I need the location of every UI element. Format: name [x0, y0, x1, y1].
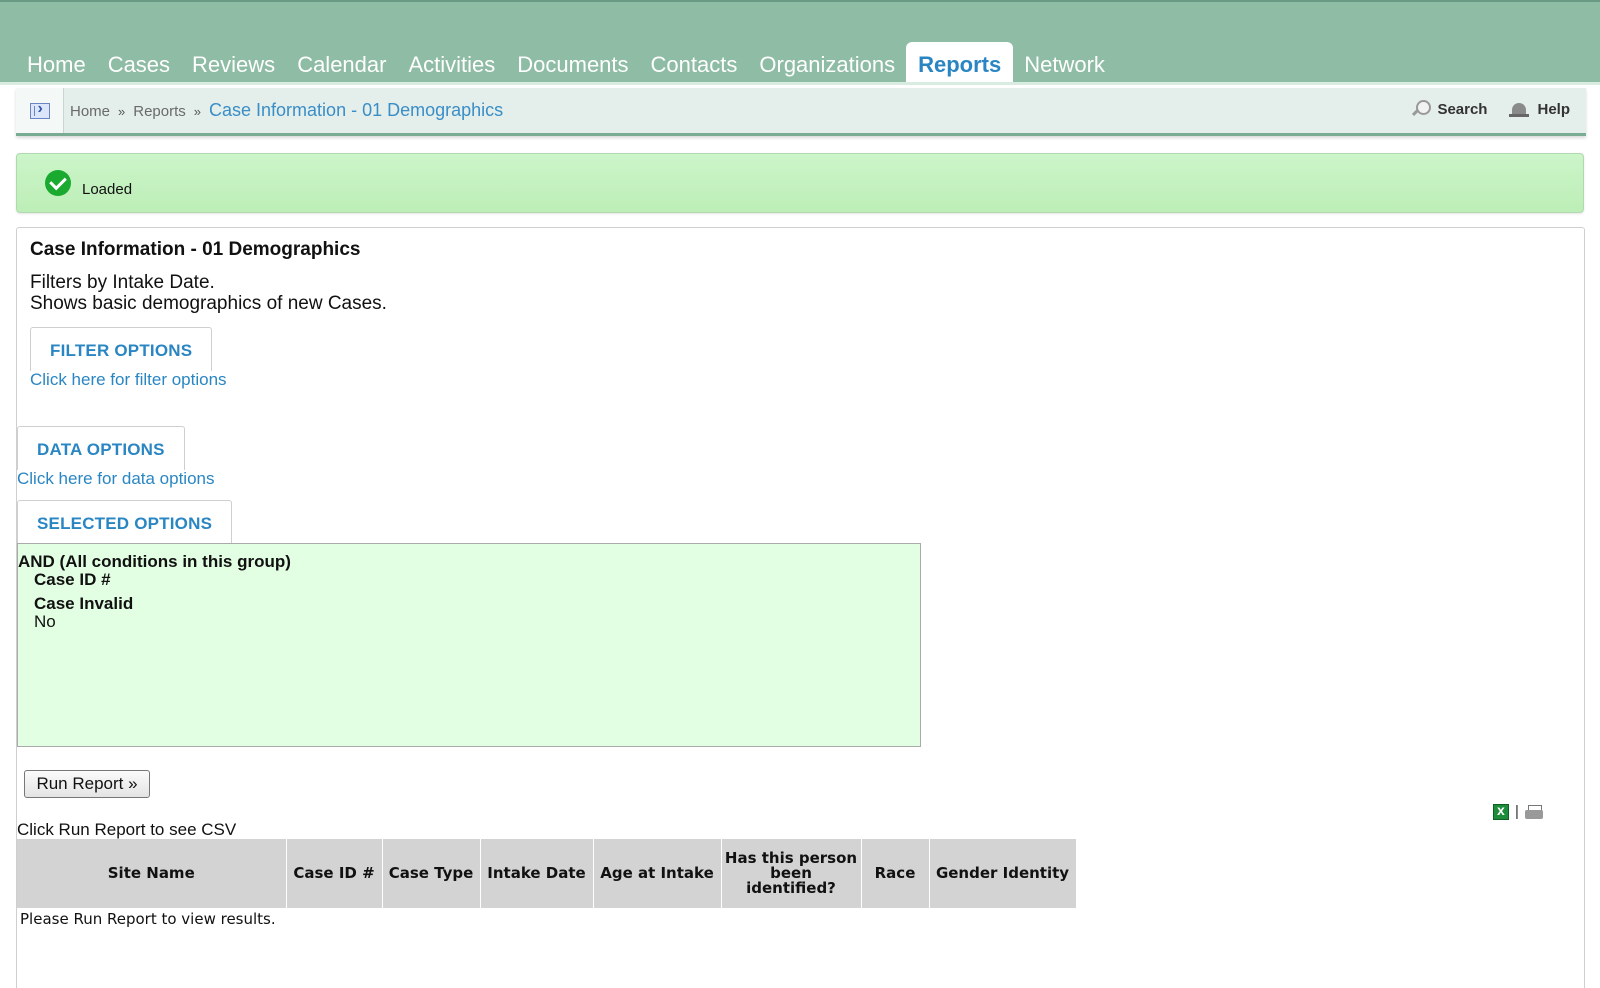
- breadcrumb-home[interactable]: Home: [70, 103, 110, 120]
- condition-name: Case Invalid: [34, 594, 134, 613]
- excel-export-icon[interactable]: [1493, 802, 1509, 820]
- selected-options-box: AND (All conditions in this group) Case …: [17, 543, 921, 747]
- data-options-link[interactable]: Click here for data options: [17, 469, 215, 489]
- column-header-identified[interactable]: Has this person been identified?: [721, 839, 862, 908]
- nav-tab-calendar[interactable]: Calendar: [286, 42, 397, 86]
- breadcrumb: Home » Reports » Case Information - 01 D…: [70, 100, 503, 121]
- empty-results-message: Please Run Report to view results.: [20, 910, 276, 928]
- nav-tab-documents[interactable]: Documents: [506, 42, 639, 86]
- condition-value: No: [34, 612, 56, 631]
- breadcrumb-reports[interactable]: Reports: [133, 103, 186, 120]
- column-header-age-at-intake[interactable]: Age at Intake: [593, 839, 722, 908]
- check-circle-icon: [45, 170, 71, 196]
- nav-divider: [0, 82, 1600, 85]
- nav-tab-cases[interactable]: Cases: [97, 42, 181, 86]
- column-header-site-name[interactable]: Site Name: [17, 839, 287, 908]
- main-nav: Home Cases Reviews Calendar Activities D…: [16, 42, 1116, 86]
- column-header-race[interactable]: Race: [861, 839, 930, 908]
- condition-name: Case ID #: [34, 570, 111, 589]
- nav-tab-contacts[interactable]: Contacts: [640, 42, 749, 86]
- tab-data-options[interactable]: DATA OPTIONS: [17, 426, 185, 470]
- table-header-row: Site Name Case ID # Case Type Intake Dat…: [17, 839, 1077, 908]
- header-tools: Search Help: [1389, 100, 1570, 118]
- nav-tab-organizations[interactable]: Organizations: [748, 42, 906, 86]
- help-label: Help: [1537, 100, 1570, 118]
- status-message: Loaded: [16, 153, 1584, 213]
- breadcrumb-separator: »: [193, 104, 202, 119]
- export-separator: |: [1515, 803, 1519, 820]
- search-label: Search: [1437, 100, 1488, 118]
- description-line: Shows basic demographics of new Cases.: [30, 293, 387, 314]
- description-line: Filters by Intake Date.: [30, 272, 215, 293]
- print-icon[interactable]: [1524, 804, 1543, 819]
- expand-panel-icon: [29, 100, 50, 119]
- nav-tab-home[interactable]: Home: [16, 42, 97, 86]
- search-icon: [1411, 100, 1432, 118]
- help-button[interactable]: Help: [1509, 101, 1570, 118]
- report-description: Filters by Intake Date. Shows basic demo…: [30, 272, 387, 314]
- sidebar-toggle-button[interactable]: [16, 88, 64, 133]
- run-report-button[interactable]: Run Report »: [24, 770, 150, 798]
- condition-group-title: AND (All conditions in this group): [18, 552, 291, 571]
- nav-tab-reports[interactable]: Reports: [906, 42, 1014, 86]
- column-header-case-type[interactable]: Case Type: [382, 839, 481, 908]
- breadcrumb-bar: Home » Reports » Case Information - 01 D…: [16, 88, 1586, 136]
- breadcrumb-separator: »: [118, 104, 126, 119]
- results-table: Site Name Case ID # Case Type Intake Dat…: [17, 839, 1077, 908]
- nav-tab-reviews[interactable]: Reviews: [181, 42, 286, 86]
- status-text: Loaded: [82, 181, 133, 198]
- tab-filter-options[interactable]: FILTER OPTIONS: [30, 327, 213, 371]
- page-title: Case Information - 01 Demographics: [30, 239, 361, 260]
- tab-selected-options[interactable]: SELECTED OPTIONS: [17, 500, 233, 544]
- nav-tab-network[interactable]: Network: [1013, 42, 1116, 86]
- nav-tab-activities[interactable]: Activities: [397, 42, 506, 86]
- breadcrumb-current: Case Information - 01 Demographics: [209, 100, 504, 120]
- column-header-case-id[interactable]: Case ID #: [286, 839, 383, 908]
- column-header-gender-identity[interactable]: Gender Identity: [929, 839, 1077, 908]
- csv-note: Click Run Report to see CSV: [17, 820, 237, 839]
- help-bell-icon: [1509, 101, 1530, 117]
- top-nav-bar: Home Cases Reviews Calendar Activities D…: [0, 0, 1600, 86]
- column-header-intake-date[interactable]: Intake Date: [480, 839, 594, 908]
- export-tools: |: [1493, 802, 1543, 820]
- search-button[interactable]: Search: [1411, 100, 1487, 118]
- filter-options-link[interactable]: Click here for filter options: [30, 370, 227, 390]
